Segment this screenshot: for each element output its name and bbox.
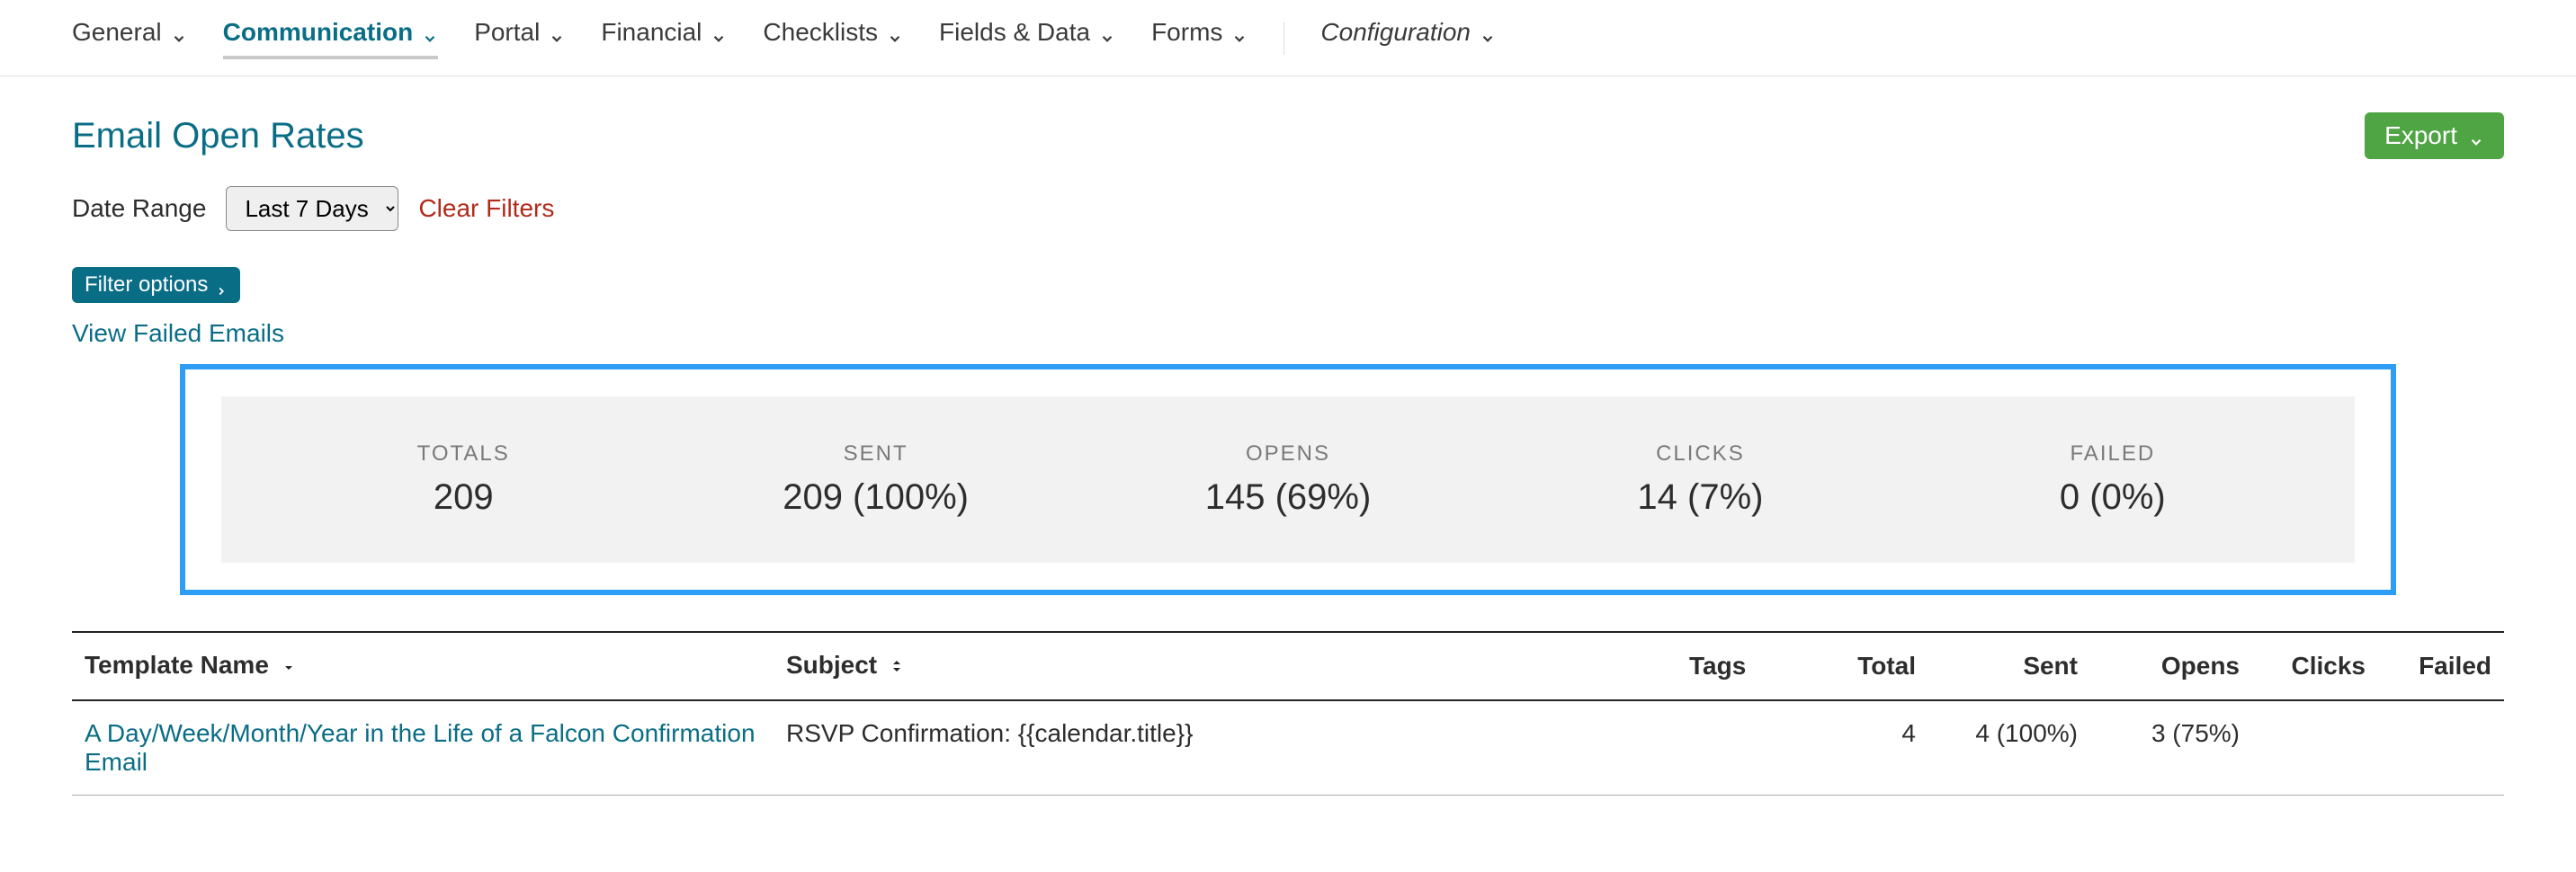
nav-item-general[interactable]: General [72,18,187,59]
stat-label: OPENS [1082,441,1494,467]
chevron-down-icon [1480,24,1496,40]
cell-failed [2378,700,2504,796]
nav-item-financial[interactable]: Financial [601,18,727,59]
stat-clicks: CLICKS 14 (7%) [1494,441,1906,518]
stats-highlight: TOTALS 209 SENT 209 (100%) OPENS 145 (69… [180,364,2396,595]
date-range-row: Date Range Last 7 Days Clear Filters [72,186,2504,231]
stats-panel: TOTALS 209 SENT 209 (100%) OPENS 145 (69… [221,396,2355,563]
nav-label: Communication [223,18,414,47]
stat-value: 209 [257,477,669,518]
col-template-name[interactable]: Template Name [72,632,774,700]
nav-item-fields-data[interactable]: Fields & Data [939,18,1115,59]
cell-template-name: A Day/Week/Month/Year in the Life of a F… [72,700,774,796]
col-subject[interactable]: Subject [774,632,1677,700]
stat-label: CLICKS [1494,441,1906,467]
col-tags[interactable]: Tags [1677,632,1802,700]
export-button[interactable]: Export [2365,112,2504,159]
col-label: Subject [786,651,877,679]
nav-label: Checklists [763,18,878,47]
stat-label: TOTALS [257,441,669,467]
col-label: Template Name [85,651,269,679]
nav-item-portal[interactable]: Portal [474,18,565,59]
col-label: Failed [2419,652,2491,680]
stat-value: 145 (69%) [1082,477,1494,518]
template-link[interactable]: A Day/Week/Month/Year in the Life of a F… [85,719,756,776]
sort-desc-icon [282,653,296,681]
nav-label: Portal [474,18,540,47]
page-body: Email Open Rates Export Date Range Last … [0,76,2576,850]
col-label: Opens [2161,652,2240,680]
filter-options-label: Filter options [85,272,208,298]
cell-total: 4 [1802,700,1928,796]
stat-sent: SENT 209 (100%) [669,441,1081,518]
stat-failed: FAILED 0 (0%) [1907,441,2319,518]
export-label: Export [2384,121,2457,150]
filter-options-button[interactable]: Filter options [72,267,240,303]
stat-value: 209 (100%) [669,477,1081,518]
stat-label: FAILED [1907,441,2319,467]
chevron-down-icon [887,24,903,40]
nav-item-forms[interactable]: Forms [1151,18,1248,59]
stat-value: 0 (0%) [1907,477,2319,518]
col-label: Sent [2023,652,2078,680]
stat-value: 14 (7%) [1494,477,1906,518]
header-row: Email Open Rates Export [72,112,2504,159]
nav-item-configuration[interactable]: Configuration [1320,18,1496,59]
clear-filters-link[interactable]: Clear Filters [418,194,554,223]
cell-opens: 3 (75%) [2090,700,2252,796]
col-label: Clicks [2292,652,2366,680]
chevron-down-icon [711,24,727,40]
nav-item-communication[interactable]: Communication [223,18,439,59]
sort-both-icon [890,653,904,681]
col-total[interactable]: Total [1802,632,1928,700]
table-header-row: Template Name Subject Tags Total Sent Op… [72,632,2504,700]
col-sent[interactable]: Sent [1928,632,2090,700]
nav-label: Financial [601,18,702,47]
col-failed[interactable]: Failed [2378,632,2504,700]
results-table: Template Name Subject Tags Total Sent Op… [72,631,2504,796]
col-opens[interactable]: Opens [2090,632,2252,700]
chevron-down-icon [422,24,438,40]
page-title: Email Open Rates [72,116,364,156]
cell-tags [1677,700,1802,796]
col-label: Total [1857,652,1916,680]
stat-opens: OPENS 145 (69%) [1082,441,1494,518]
chevron-down-icon [549,24,565,40]
chevron-down-icon [1231,24,1248,40]
view-failed-emails-link[interactable]: View Failed Emails [72,319,284,348]
col-clicks[interactable]: Clicks [2252,632,2378,700]
table-row: A Day/Week/Month/Year in the Life of a F… [72,700,2504,796]
chevron-down-icon [1099,24,1115,40]
date-range-label: Date Range [72,194,206,223]
nav-item-checklists[interactable]: Checklists [763,18,903,59]
stat-label: SENT [669,441,1081,467]
cell-subject: RSVP Confirmation: {{calendar.title}} [774,700,1677,796]
cell-clicks [2252,700,2378,796]
date-range-select[interactable]: Last 7 Days [226,186,398,231]
nav-label: Fields & Data [939,18,1090,47]
stat-totals: TOTALS 209 [257,441,669,518]
cell-sent: 4 (100%) [1928,700,2090,796]
chevron-down-icon [171,24,187,40]
col-label: Tags [1689,652,1746,680]
top-nav: General Communication Portal Financial C… [0,0,2576,76]
nav-label: Forms [1151,18,1222,47]
chevron-down-icon [2468,128,2484,144]
chevron-right-icon [215,279,228,291]
nav-label: Configuration [1320,18,1471,47]
nav-label: General [72,18,162,47]
